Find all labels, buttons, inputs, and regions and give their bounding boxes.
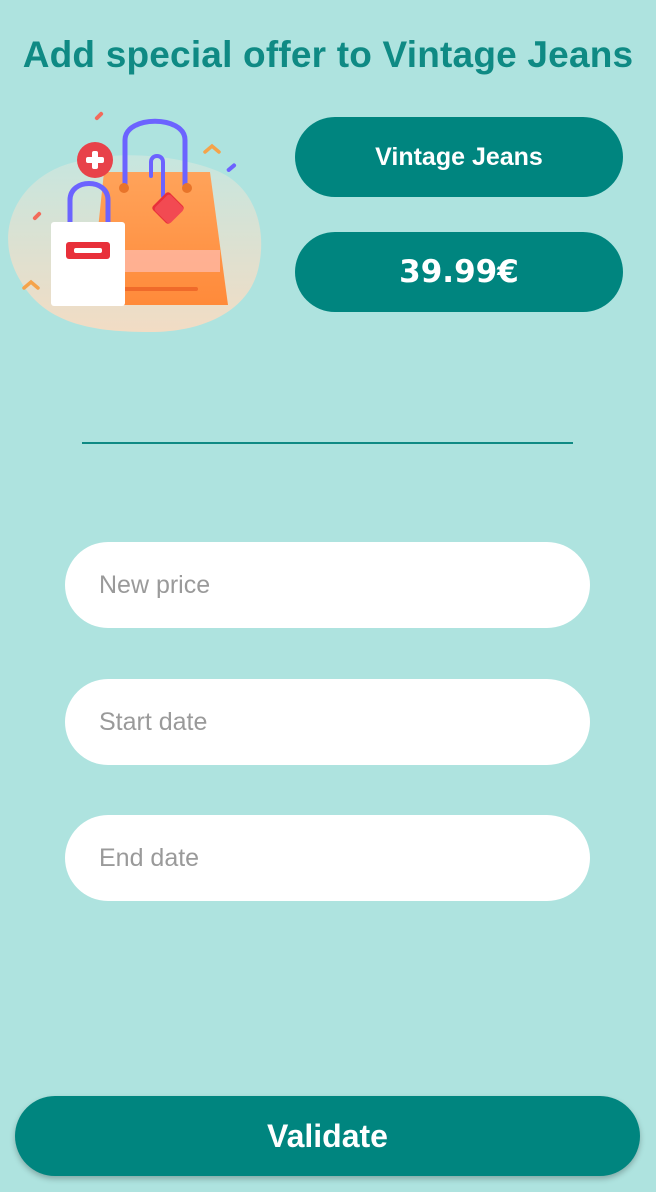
- new-price-input[interactable]: [65, 542, 590, 628]
- page-title: Add special offer to Vintage Jeans: [22, 34, 634, 75]
- section-divider: [82, 442, 573, 444]
- product-price-badge[interactable]: 39.99€: [295, 232, 623, 312]
- product-name-badge[interactable]: Vintage Jeans: [295, 117, 623, 197]
- validate-button[interactable]: Validate: [15, 1096, 640, 1176]
- shopping-bags-icon: [0, 100, 270, 340]
- start-date-input[interactable]: [65, 679, 590, 765]
- end-date-input[interactable]: [65, 815, 590, 901]
